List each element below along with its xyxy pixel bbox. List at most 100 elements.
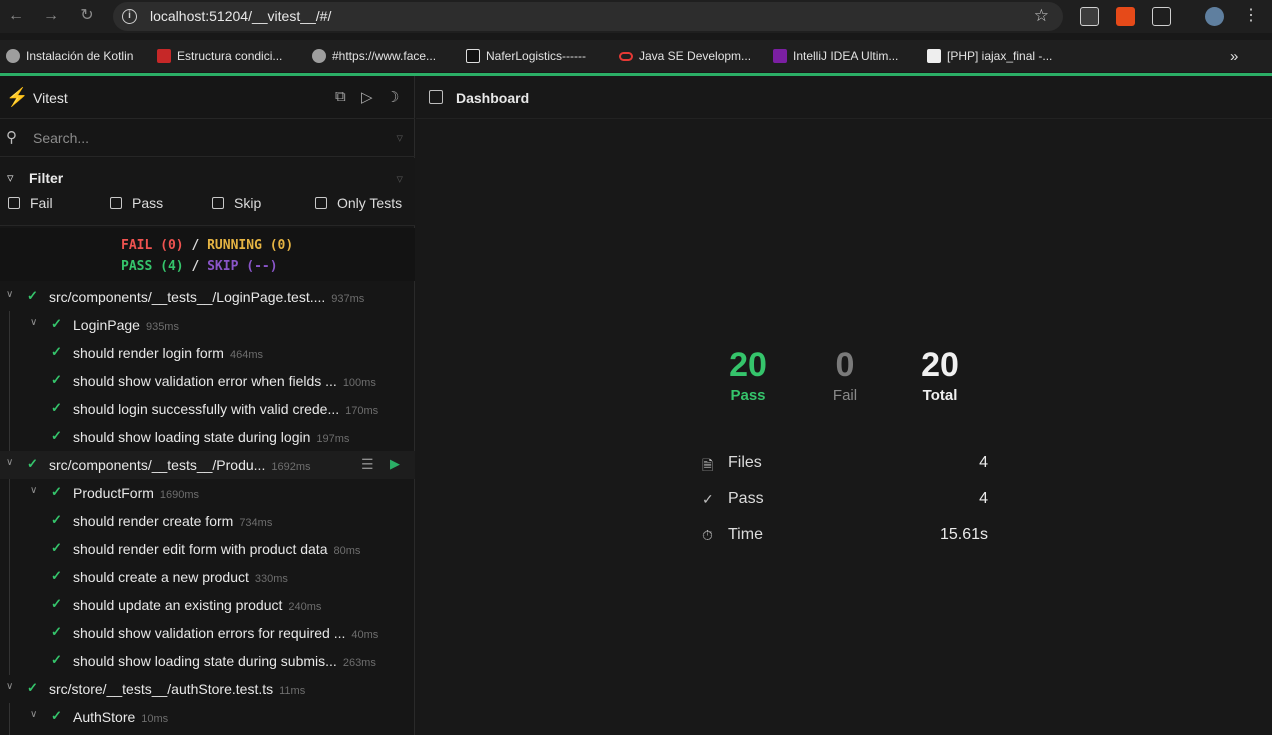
test-file-row[interactable]: ∨ ✓ src/store/__tests__/authStore.test.t… — [0, 675, 415, 703]
bookmark-item[interactable]: IntelliJ IDEA Ultim... — [773, 47, 898, 65]
check-icon: ✓ — [51, 540, 62, 555]
test-suite-row[interactable]: ∨ ✓ AuthStore 10ms — [0, 703, 415, 731]
total-label: Total — [922, 387, 958, 404]
bookmark-item[interactable]: Java SE Developm... — [619, 47, 751, 65]
globe-icon — [312, 49, 326, 63]
chevron-down-icon[interactable]: ∨ — [30, 485, 37, 496]
test-suite-row[interactable]: ∨ ✓ ProductForm 1690ms — [0, 479, 415, 507]
brand-title: Vitest — [33, 90, 68, 106]
extension-icon[interactable] — [1116, 7, 1135, 26]
test-case-row[interactable]: ✓ should render login form 464ms — [0, 339, 415, 367]
fail-label: Fail — [832, 387, 858, 404]
filter-panel: ▿ Filter ▿ Fail Pass Skip Only Tests — [0, 158, 415, 226]
bookmark-item[interactable]: #https://www.face... — [312, 47, 436, 65]
test-case-row[interactable]: ✓ should show validation errors for requ… — [0, 619, 415, 647]
run-file-icon[interactable]: ▶ — [390, 456, 400, 472]
stat-pass: 20 Pass — [722, 346, 774, 404]
run-all-icon[interactable]: ▷ — [361, 88, 373, 106]
reload-icon[interactable]: ↻ — [77, 6, 97, 26]
checkbox-box[interactable] — [110, 197, 122, 209]
chevron-down-icon[interactable]: ∨ — [30, 317, 37, 328]
check-icon: ✓ — [51, 568, 62, 583]
bookmark-item[interactable]: Estructura condici... — [157, 47, 282, 65]
bookmark-item[interactable]: [PHP] iajax_final -... — [927, 47, 1052, 65]
test-case-row[interactable]: ✓ should render edit form with product d… — [0, 535, 415, 563]
page-title: Dashboard — [456, 90, 530, 106]
back-icon[interactable]: ← — [6, 6, 26, 26]
search-icon: ⚲ — [6, 129, 17, 146]
filter-fail-checkbox[interactable]: Fail — [8, 195, 53, 211]
pass-row: ✓ Pass 4 — [702, 490, 988, 507]
test-case-row[interactable]: ✓ should show loading state during login… — [0, 423, 415, 451]
check-icon: ✓ — [51, 652, 62, 667]
dark-mode-icon[interactable]: ☽ — [386, 88, 399, 106]
summary-line-1: FAIL (0) / RUNNING (0) — [121, 238, 294, 253]
test-case-row[interactable]: ✓ should show loading state during submi… — [0, 647, 415, 675]
check-icon: ✓ — [51, 512, 62, 527]
test-file-row[interactable]: ∨ ✓ src/components/__tests__/LoginPage.t… — [0, 283, 415, 311]
oracle-icon — [619, 51, 633, 61]
chevron-down-icon[interactable]: ∨ — [6, 457, 13, 468]
check-icon: ✓ — [27, 680, 38, 695]
stat-fail: 0 Fail — [819, 346, 871, 404]
chevron-down-icon[interactable]: ∨ — [6, 681, 13, 692]
clear-filter-icon[interactable]: ▿ — [396, 130, 403, 146]
extensions-puzzle-icon[interactable] — [1152, 7, 1171, 26]
total-number: 20 — [921, 346, 959, 384]
sidebar-header: ⚡ Vitest ⧉ ▷ ☽ — [0, 76, 415, 119]
check-icon: ✓ — [702, 491, 714, 507]
check-icon: ✓ — [51, 372, 62, 387]
search-input[interactable] — [33, 128, 363, 148]
test-case-row[interactable]: ✓ should create a new product 330ms — [0, 563, 415, 591]
checkbox-box[interactable] — [315, 197, 327, 209]
test-case-row[interactable]: ✓ should show validation error when fiel… — [0, 367, 415, 395]
chevron-down-icon[interactable]: ∨ — [30, 709, 37, 720]
test-case-row[interactable]: ✓ should update an existing product 240ms — [0, 591, 415, 619]
more-bookmarks-icon[interactable]: » — [1230, 47, 1238, 65]
filter-icon: ▿ — [7, 170, 14, 185]
forward-icon[interactable]: → — [41, 6, 61, 26]
va-icon — [157, 49, 171, 63]
test-case-row[interactable]: ✓ should render create form 734ms — [0, 507, 415, 535]
check-icon: ✓ — [51, 428, 62, 443]
view-report-icon[interactable]: ☰ — [361, 456, 374, 473]
time-row: ⏱ Time 15.61s — [702, 526, 988, 543]
test-file-row[interactable]: ∨ ✓ src/components/__tests__/Produ... 169… — [0, 451, 415, 479]
bookmark-item[interactable]: NaferLogistics------ — [466, 47, 586, 65]
address-bar[interactable]: i localhost:51204/__vitest__/#/ ☆ — [113, 2, 1063, 31]
dashboard-panel: Dashboard 20 Pass 0 Fail 20 Total 🗎 File… — [416, 76, 1272, 735]
tab-search-icon[interactable] — [1080, 7, 1099, 26]
site-info-icon[interactable]: i — [122, 9, 137, 24]
collapse-all-icon[interactable]: ⧉ — [335, 88, 346, 105]
menu-kebab-icon[interactable]: ⋮ — [1241, 6, 1261, 26]
fail-number: 0 — [835, 346, 855, 384]
fail-count: FAIL (0) — [121, 238, 184, 253]
filter-title: Filter — [29, 170, 64, 186]
test-summary: FAIL (0) / RUNNING (0) PASS (4) / SKIP (… — [0, 228, 415, 281]
check-icon: ✓ — [51, 708, 62, 723]
chevron-down-icon[interactable]: ∨ — [6, 289, 13, 300]
file-icon: 🗎 — [702, 457, 714, 473]
timer-icon: ⏱ — [702, 527, 713, 543]
filter-only-tests-checkbox[interactable]: Only Tests — [315, 195, 402, 211]
checkbox-box[interactable] — [212, 197, 224, 209]
checkbox-box[interactable] — [8, 197, 20, 209]
check-icon: ✓ — [51, 400, 62, 415]
profile-avatar[interactable] — [1205, 7, 1224, 26]
bookmark-star-icon[interactable]: ☆ — [1034, 6, 1049, 26]
files-row: 🗎 Files 4 — [702, 454, 988, 474]
test-case-row[interactable]: ✓ should login successfully with valid c… — [0, 395, 415, 423]
filter-pass-checkbox[interactable]: Pass — [110, 195, 163, 211]
check-icon: ✓ — [51, 316, 62, 331]
pass-label: Pass — [730, 387, 766, 404]
running-count: RUNNING (0) — [207, 238, 294, 253]
test-suite-row[interactable]: ∨ ✓ LoginPage 935ms — [0, 311, 415, 339]
url-text[interactable]: localhost:51204/__vitest__/#/ — [150, 8, 331, 24]
check-icon: ✓ — [27, 456, 38, 471]
globe-icon — [6, 49, 20, 63]
pass-count: PASS (4) — [121, 259, 184, 274]
bookmark-item[interactable]: Instalación de Kotlin — [6, 47, 133, 65]
reset-filter-icon[interactable]: ▿ — [396, 171, 403, 187]
filter-skip-checkbox[interactable]: Skip — [212, 195, 261, 211]
test-tree: ∨ ✓ src/components/__tests__/LoginPage.t… — [0, 283, 415, 735]
